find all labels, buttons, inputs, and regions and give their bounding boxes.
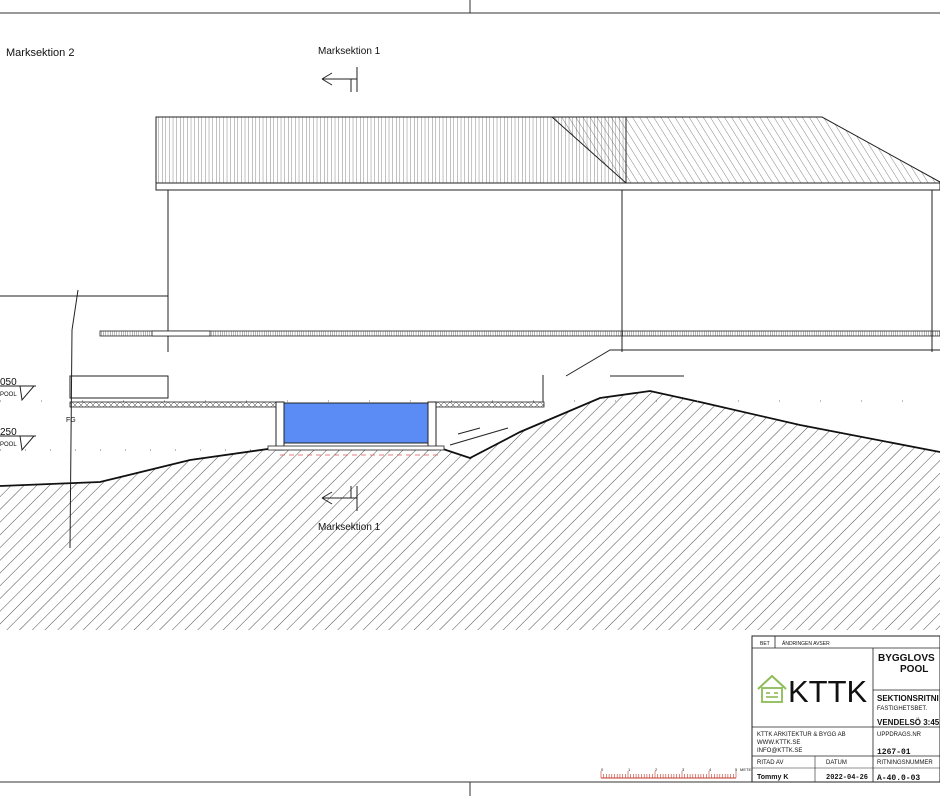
- section-label-left: Marksektion 2: [6, 47, 74, 59]
- scale-tick-label: 2: [655, 767, 658, 772]
- level-1-value: 050: [0, 377, 17, 388]
- level-2-sub: POOL: [0, 442, 17, 448]
- property-value: VENDELSÖ 3:45: [877, 718, 940, 727]
- order-value: 1267-01: [877, 748, 911, 757]
- scale-tick-label: 0: [601, 767, 604, 772]
- drawn-by-value: Tommy K: [757, 774, 788, 781]
- scale-tick-label: 5: [735, 767, 738, 772]
- drawing-no-label: RITNINGSNUMMER: [877, 760, 933, 766]
- date-label: DATUM: [826, 760, 847, 766]
- scale-tick-label: 4: [709, 767, 712, 772]
- company-web: WWW.KTTK.SE: [757, 740, 800, 746]
- bet-label: BET: [760, 641, 770, 647]
- scale-tick-label: 1: [628, 767, 631, 772]
- pool-water: [283, 402, 429, 444]
- date-value: 2022-04-26: [826, 774, 868, 782]
- drawing-no-value: A-40.0-03: [877, 774, 920, 783]
- section-marker-top-label: Marksektion 1: [318, 46, 381, 57]
- deck-box: [69, 375, 169, 399]
- level-2-value: 250: [0, 427, 17, 438]
- drawn-by-label: RITAD AV: [757, 760, 783, 766]
- drawing-type: SEKTIONSRITNI: [877, 694, 939, 703]
- scale-bar: 0 1 2 3 4 5 METER: [600, 767, 754, 779]
- fg-label: FG: [66, 417, 76, 424]
- section-drawing: Marksektion 2 Marksektion 1 Marksektion …: [0, 0, 940, 796]
- project-title-1: BYGGLOVS: [878, 653, 935, 664]
- logo-text: KTTK: [788, 674, 868, 709]
- floor-beam: [99, 330, 940, 337]
- section-marker-bottom-label: Marksektion 1: [318, 522, 381, 533]
- company-name: KTTK ARKITEKTUR & BYGG AB: [757, 732, 846, 738]
- title-block: BET ÄNDRINGEN AVSER KTTK BYGGLOVS POOL S…: [751, 635, 940, 783]
- roof-eave: [155, 182, 940, 191]
- roof-left-section: [155, 116, 627, 184]
- deck-slab-right: [435, 401, 545, 408]
- project-title-2: POOL: [900, 664, 928, 675]
- company-email: INFO@KTTK.SE: [757, 748, 802, 754]
- ground-section: [0, 391, 940, 630]
- level-1-sub: POOL: [0, 392, 17, 398]
- scale-tick-label: 3: [682, 767, 685, 772]
- deck-slab-left: [69, 401, 279, 408]
- property-label: FASTIGHETSBET.: [877, 706, 927, 712]
- section-marker-top: [321, 67, 358, 92]
- order-label: UPPDRAGS.NR: [877, 732, 922, 738]
- pool-foundation: [267, 445, 445, 451]
- change-label: ÄNDRINGEN AVSER: [782, 640, 830, 647]
